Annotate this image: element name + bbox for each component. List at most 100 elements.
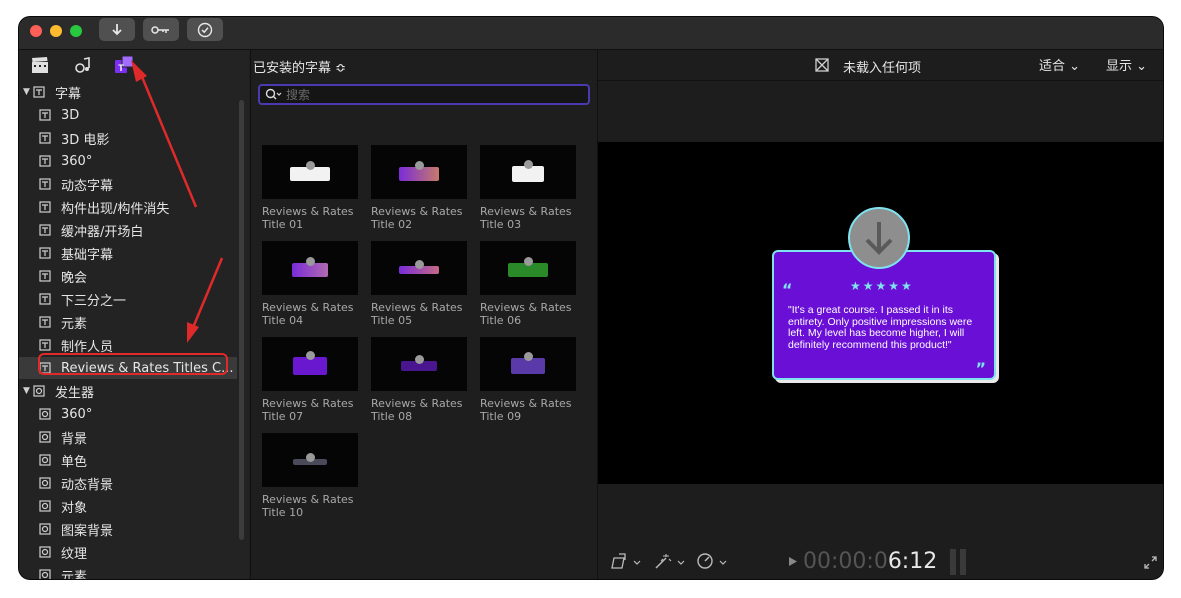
- transform-icon[interactable]: [610, 552, 646, 570]
- music-photo-icon[interactable]: [71, 54, 93, 76]
- svg-text:T: T: [118, 63, 124, 73]
- thumbnail-image: [371, 145, 467, 199]
- search-input[interactable]: [286, 86, 576, 103]
- thumbnail-caption-line1: Reviews & Rates: [480, 205, 572, 218]
- thumbnail-caption-line2: Title 02: [371, 218, 413, 231]
- thumbnail-image: [262, 337, 358, 391]
- sidebar-item-generator-0[interactable]: 360°: [19, 403, 237, 425]
- sidebar-item-label: 3D: [61, 107, 80, 123]
- disclosure-triangle-icon[interactable]: ▼: [23, 87, 33, 97]
- sidebar-item-generator-6[interactable]: 纹理: [19, 541, 237, 563]
- checkmark-circle-icon: [197, 22, 213, 37]
- viewer-header: 未载入任何项 适合 ⌄ 显示 ⌄: [598, 50, 1163, 81]
- viewer-title: 未载入任何项: [843, 61, 922, 76]
- thumbnail-caption-line2: Title 05: [371, 314, 413, 327]
- sidebar-item-title-0[interactable]: 3D: [19, 104, 237, 126]
- thumbnail-caption-line2: Title 08: [371, 410, 413, 423]
- play-icon[interactable]: [788, 556, 798, 567]
- sidebar-item-title-7[interactable]: 晚会: [19, 265, 237, 287]
- sidebar-item-label: 缓冲器/开场白: [61, 224, 144, 240]
- thumbnail-image: [371, 241, 467, 295]
- title-thumbnail[interactable]: Reviews & Rates Title 06: [480, 241, 576, 327]
- minimize-window-button[interactable]: [50, 25, 62, 37]
- title-thumbnail[interactable]: Reviews & Rates Title 02: [371, 145, 467, 231]
- browser-title[interactable]: 已安装的字幕 ≎: [253, 57, 346, 76]
- clapper-icon[interactable]: [29, 54, 51, 76]
- title-item-icon: [39, 201, 51, 213]
- thumbnail-caption: Reviews & Rates Title 05: [371, 301, 467, 327]
- thumbnail-caption: Reviews & Rates Title 04: [262, 301, 358, 327]
- sidebar-item-label: 基础字幕: [61, 247, 114, 263]
- sidebar-item-label: 动态背景: [61, 477, 114, 493]
- sidebar-item-title-8[interactable]: 下三分之一: [19, 288, 237, 310]
- generator-item-icon: [39, 500, 51, 512]
- review-text: "It's a great course. I passed it in its…: [788, 304, 973, 351]
- sidebar-item-generator-1[interactable]: 背景: [19, 426, 237, 448]
- title-thumbnail[interactable]: Reviews & Rates Title 09: [480, 337, 576, 423]
- fullscreen-icon[interactable]: [1144, 556, 1157, 569]
- display-menu[interactable]: 显示 ⌄: [1106, 55, 1147, 74]
- thumbnail-caption: Reviews & Rates Title 06: [480, 301, 576, 327]
- keywords-button[interactable]: [143, 18, 179, 41]
- thumbnail-caption-line1: Reviews & Rates: [371, 301, 463, 314]
- thumbnail-caption-line1: Reviews & Rates: [480, 397, 572, 410]
- thumbnail-caption: Reviews & Rates Title 01: [262, 205, 358, 231]
- app-window: T ▼ 字幕 3D 3D 电影 360° 动态字幕构件出现/构件消失 缓冲器/开场白 基础…: [19, 17, 1163, 579]
- magic-wand-icon[interactable]: [654, 552, 690, 570]
- thumbnail-avatar: [524, 160, 533, 169]
- sidebar-item-label: 动态字幕: [61, 178, 114, 194]
- sidebar-item-generator-5[interactable]: 图案背景: [19, 518, 237, 540]
- titles-generators-icon[interactable]: T: [113, 54, 135, 76]
- audio-meter-right: [960, 549, 966, 575]
- title-thumbnail[interactable]: Reviews & Rates Title 08: [371, 337, 467, 423]
- search-field[interactable]: [258, 84, 590, 105]
- speedometer-icon[interactable]: [696, 552, 732, 570]
- close-window-button[interactable]: [30, 25, 42, 37]
- thumbnail-caption-line1: Reviews & Rates: [371, 397, 463, 410]
- thumbnail-image: [262, 145, 358, 199]
- thumbnail-avatar: [306, 161, 315, 170]
- sidebar-item-label: 360°: [61, 153, 93, 169]
- sidebar-item-generator-4[interactable]: 对象: [19, 495, 237, 517]
- generator-item-icon: [39, 477, 51, 489]
- search-icon[interactable]: [265, 88, 283, 101]
- sidebar-item-label: 构件出现/构件消失: [61, 201, 170, 217]
- title-item-icon: [39, 316, 51, 328]
- category-generators[interactable]: ▼ 发生器: [19, 380, 237, 402]
- sidebar-item-title-1[interactable]: 3D 电影: [19, 127, 237, 149]
- sidebar-item-title-9[interactable]: 元素: [19, 311, 237, 333]
- import-button[interactable]: [99, 18, 135, 41]
- sidebar-item-title-3[interactable]: 动态字幕: [19, 173, 237, 195]
- title-thumbnail[interactable]: Reviews & Rates Title 01: [262, 145, 358, 231]
- sidebar-item-generator-2[interactable]: 单色: [19, 449, 237, 471]
- fit-menu[interactable]: 适合 ⌄: [1039, 55, 1080, 74]
- thumbnail-avatar: [306, 453, 315, 462]
- sidebar-scrollbar[interactable]: [239, 100, 244, 540]
- sidebar-item-title-2[interactable]: 360°: [19, 150, 237, 172]
- key-icon: [151, 25, 169, 34]
- sidebar-item-title-4[interactable]: 构件出现/构件消失: [19, 196, 237, 218]
- sidebar-item-generator-7[interactable]: 元素: [19, 564, 237, 579]
- sidebar-item-generator-3[interactable]: 动态背景: [19, 472, 237, 494]
- zoom-window-button[interactable]: [70, 25, 82, 37]
- thumbnail-caption-line1: Reviews & Rates: [480, 301, 572, 314]
- thumbnail-avatar: [415, 161, 424, 170]
- title-thumbnail[interactable]: Reviews & Rates Title 10: [262, 433, 358, 519]
- sidebar-item-title-5[interactable]: 缓冲器/开场白: [19, 219, 237, 241]
- sidebar-item-title-6[interactable]: 基础字幕: [19, 242, 237, 264]
- title-thumbnail[interactable]: Reviews & Rates Title 07: [262, 337, 358, 423]
- category-titles[interactable]: ▼ 字幕: [19, 81, 237, 103]
- sidebar-item-label: 单色: [61, 454, 88, 470]
- disclosure-triangle-icon[interactable]: ▼: [23, 386, 33, 396]
- generator-item-icon: [39, 431, 51, 443]
- background-tasks-button[interactable]: [187, 18, 223, 41]
- title-thumbnail[interactable]: Reviews & Rates Title 04: [262, 241, 358, 327]
- download-arrow-icon: [865, 222, 893, 255]
- generators-category-icon: [33, 385, 45, 397]
- title-thumbnail[interactable]: Reviews & Rates Title 05: [371, 241, 467, 327]
- annotation-highlight-box: [38, 353, 228, 375]
- title-thumbnail[interactable]: Reviews & Rates Title 03: [480, 145, 576, 231]
- title-item-icon: [39, 224, 51, 236]
- sidebar-item-label: 360°: [61, 406, 93, 422]
- title-bar: [19, 17, 1163, 50]
